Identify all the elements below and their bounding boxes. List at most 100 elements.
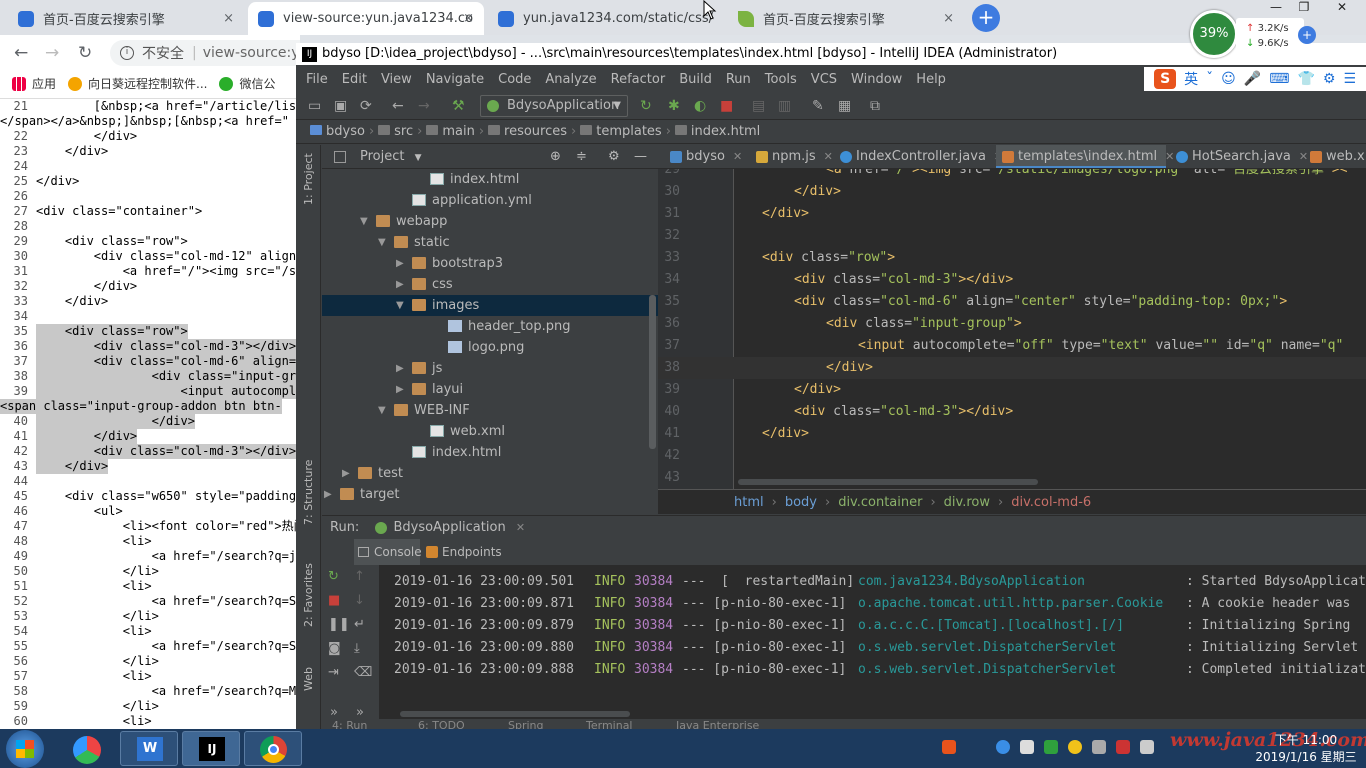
taskbar-chrome[interactable] — [244, 731, 302, 766]
menu-window[interactable]: Window — [851, 72, 902, 87]
ime-button[interactable]: 英 — [1184, 69, 1198, 89]
close-icon[interactable]: × — [463, 11, 474, 26]
start-button[interactable] — [6, 730, 44, 768]
code-editor[interactable]: 29 <a href="/"><img src="/static/images/l… — [658, 169, 1366, 489]
ime-button[interactable]: 🎤 — [1244, 71, 1261, 87]
close-icon[interactable]: ✕ — [733, 150, 742, 163]
breadcrumb-item[interactable]: templates — [596, 124, 661, 139]
network-tray-icon[interactable] — [1092, 740, 1106, 754]
ime-button[interactable]: ˇ — [1206, 71, 1213, 87]
tray-icon-4[interactable] — [1140, 740, 1154, 754]
chevron-down-icon[interactable]: ▼ — [415, 153, 422, 163]
project-structure-icon[interactable]: ▦ — [838, 98, 851, 114]
bottom-tool-tab[interactable]: Spring — [508, 719, 544, 729]
close-icon[interactable]: × — [943, 11, 954, 26]
menu-analyze[interactable]: Analyze — [545, 72, 596, 87]
tree-scrollbar[interactable] — [649, 295, 656, 449]
ime-button[interactable]: ⌨ — [1269, 71, 1289, 87]
down-arrow-icon[interactable]: ↓ — [354, 593, 365, 608]
tree-item[interactable]: index.html — [322, 169, 658, 190]
ime-button[interactable]: 👕 — [1297, 71, 1314, 87]
editor-tab[interactable]: bdyso ✕ — [664, 145, 746, 168]
camera-icon[interactable]: ◙ — [328, 641, 341, 656]
vcs-update-icon[interactable]: ▤ — [752, 98, 765, 114]
tree-item[interactable]: application.yml — [322, 190, 658, 211]
up-arrow-icon[interactable]: ↑ — [354, 569, 365, 584]
save-icon[interactable]: ▣ — [334, 98, 347, 114]
reload-icon[interactable]: ↻ — [78, 43, 92, 63]
tag-breadcrumb-item[interactable]: div.row — [944, 495, 990, 510]
editor-tab[interactable]: templates\index.html ✕ — [996, 145, 1174, 168]
tab-console[interactable]: Console — [354, 539, 422, 565]
debug-bug-icon[interactable]: ✱ — [668, 98, 680, 114]
url-text[interactable]: view-source:y — [203, 45, 300, 61]
tray-icon-2[interactable] — [1068, 740, 1082, 754]
gear-icon[interactable]: ⚙ — [608, 145, 620, 169]
soft-wrap-icon[interactable]: ↵ — [354, 617, 365, 632]
collapse-arrow-icon[interactable]: ▶ — [396, 358, 404, 379]
address-bar[interactable]: i 不安全 | view-source:y — [110, 40, 300, 66]
open-folder-icon[interactable]: ▭ — [308, 98, 321, 114]
tray-icon-1[interactable] — [996, 740, 1010, 754]
expand-arrow-icon[interactable]: ▼ — [396, 295, 404, 316]
tree-item[interactable]: index.html — [322, 442, 658, 463]
expand-arrow-icon[interactable]: ▼ — [378, 232, 386, 253]
editor-tab[interactable]: HotSearch.java ✕ — [1170, 145, 1308, 168]
tree-item[interactable]: ▶ layui — [322, 379, 658, 400]
menu-edit[interactable]: Edit — [342, 72, 367, 87]
editor-tab[interactable]: npm.js ✕ — [750, 145, 833, 168]
back-arrow-icon[interactable]: ← — [14, 43, 28, 63]
forward-arrow-icon[interactable]: → — [45, 43, 59, 63]
tree-item[interactable]: web.xml — [322, 421, 658, 442]
editor-tab[interactable]: web.x — [1304, 145, 1366, 168]
rerun-icon[interactable]: ↻ — [640, 98, 652, 114]
tree-item[interactable]: ▶ js — [322, 358, 658, 379]
hide-panel-icon[interactable]: — — [634, 145, 647, 169]
stop-icon[interactable]: ■ — [328, 593, 340, 608]
back-icon[interactable]: ← — [392, 98, 404, 114]
close-icon[interactable]: ✕ — [824, 150, 833, 163]
tag-breadcrumb-item[interactable]: body — [785, 495, 817, 510]
expand-arrow-icon[interactable]: ▼ — [360, 211, 368, 232]
collapse-arrow-icon[interactable]: ▶ — [342, 463, 350, 484]
rerun-icon[interactable]: ↻ — [328, 569, 339, 584]
settings-wrench-icon[interactable]: ✎ — [812, 98, 824, 114]
more-icon[interactable]: » — [330, 705, 338, 720]
bottom-tool-tab[interactable]: Terminal — [586, 719, 633, 729]
tab-endpoints[interactable]: Endpoints — [422, 539, 502, 565]
tree-item[interactable]: ▶ test — [322, 463, 658, 484]
cloud-tray-icon[interactable] — [1020, 740, 1034, 754]
tree-item[interactable]: ▼ webapp — [322, 211, 658, 232]
locate-target-icon[interactable]: ⊕ — [550, 145, 561, 169]
collapse-arrow-icon[interactable]: ▶ — [396, 253, 404, 274]
console-hscrollbar[interactable] — [400, 711, 630, 717]
breadcrumb-item[interactable]: bdyso — [326, 124, 365, 139]
menu-build[interactable]: Build — [679, 72, 712, 87]
editor-tab[interactable]: IndexController.java✕ — [834, 145, 1003, 168]
exit-icon[interactable]: ⇥ — [328, 665, 339, 680]
menu-file[interactable]: File — [306, 72, 328, 87]
memory-usage-indicator[interactable]: 39% — [1190, 10, 1238, 58]
collapse-arrow-icon[interactable]: ▶ — [396, 274, 404, 295]
build-hammer-icon[interactable]: ⚒ — [452, 98, 465, 114]
scroll-end-icon[interactable]: ⤓ — [354, 641, 360, 656]
pause-icon[interactable]: ❚❚ — [328, 617, 350, 632]
tag-breadcrumb-item[interactable]: html — [734, 495, 764, 510]
tag-breadcrumb-item[interactable]: div.col-md-6 — [1011, 495, 1091, 510]
tree-item[interactable]: header_top.png — [322, 316, 658, 337]
run-configuration-select[interactable]: BdysoApplication ▼ — [480, 95, 628, 117]
menu-view[interactable]: View — [381, 72, 412, 87]
system-clock[interactable]: 下午 11:00 2019/1/16 星期三 — [1246, 731, 1366, 766]
sync-icon[interactable]: ⟳ — [360, 98, 372, 114]
sogou-s-icon[interactable]: S — [1154, 69, 1177, 89]
close-icon[interactable]: ✕ — [516, 521, 525, 534]
structure-tool-tab[interactable]: 7: Structure — [302, 460, 315, 525]
taskbar-app-colorful[interactable] — [58, 731, 116, 766]
clear-icon[interactable]: ⌫ — [354, 665, 372, 680]
breadcrumb-item[interactable]: resources — [504, 124, 567, 139]
bottom-tool-tab[interactable]: 6: TODO — [418, 719, 465, 729]
bookmark-wechat[interactable]: 微信公 — [219, 75, 275, 92]
forward-icon[interactable]: → — [418, 98, 430, 114]
sogou-tray-icon[interactable] — [942, 740, 956, 754]
chrome-tab[interactable]: yun.java1234.com/static/css/c — [488, 2, 724, 35]
